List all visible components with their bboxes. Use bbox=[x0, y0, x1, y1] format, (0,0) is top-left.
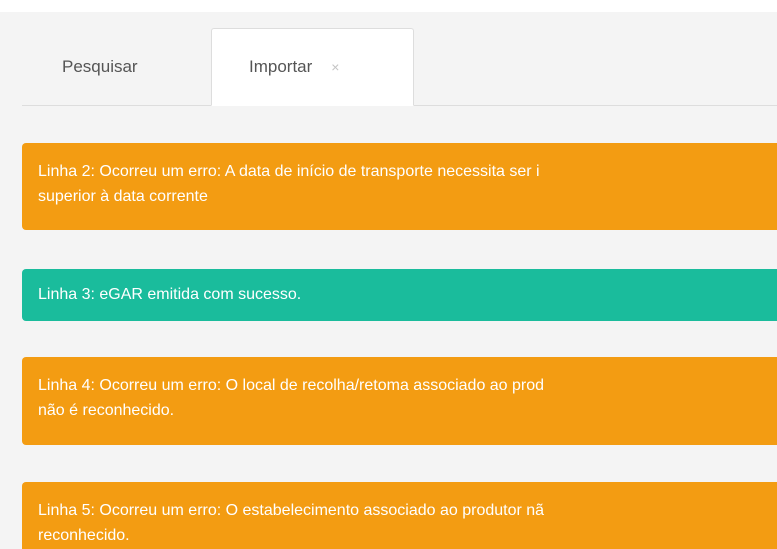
close-icon[interactable]: × bbox=[331, 59, 339, 75]
alert-success-linha-3: Linha 3: eGAR emitida com sucesso. bbox=[22, 269, 777, 321]
alert-message-line: superior à data corrente bbox=[38, 188, 208, 205]
tab-importar-label: Importar bbox=[249, 57, 313, 76]
alert-message-line: não é reconhecido. bbox=[38, 402, 175, 419]
alert-warning-linha-4: Linha 4: Ocorreu um erro: O local de rec… bbox=[22, 357, 777, 445]
alert-message-line: Linha 5: Ocorreu um erro: O estabelecime… bbox=[38, 502, 545, 519]
alert-message-line: Linha 4: Ocorreu um erro: O local de rec… bbox=[38, 377, 545, 394]
top-strip bbox=[0, 0, 777, 12]
tab-pesquisar[interactable]: Pesquisar bbox=[22, 28, 192, 106]
alert-message-line: Linha 3: eGAR emitida com sucesso. bbox=[38, 286, 302, 303]
alert-message-line: Linha 2: Ocorreu um erro: A data de iníc… bbox=[38, 163, 540, 180]
alert-message-line: reconhecido. bbox=[38, 527, 130, 544]
alert-warning-linha-5: Linha 5: Ocorreu um erro: O estabelecime… bbox=[22, 482, 777, 549]
alert-warning-linha-2: Linha 2: Ocorreu um erro: A data de iníc… bbox=[22, 143, 777, 230]
tab-pesquisar-label: Pesquisar bbox=[62, 57, 138, 76]
import-panel: Pesquisar Importar × Linha 2: Ocorreu um… bbox=[0, 12, 777, 549]
tab-importar[interactable]: Importar × bbox=[211, 28, 414, 106]
